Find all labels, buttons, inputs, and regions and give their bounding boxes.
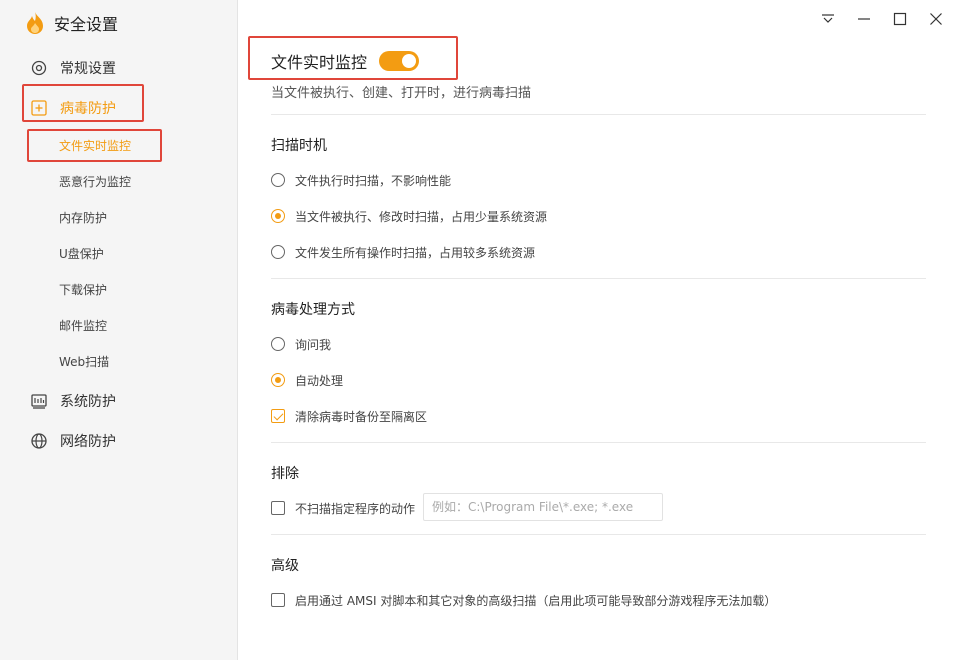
sidebar-item-label: 网络防护 xyxy=(60,434,116,450)
checkbox[interactable] xyxy=(271,593,285,607)
subnav-item-download-protection[interactable]: 下载保护 xyxy=(59,279,107,299)
sidebar-item-label: 病毒防护 xyxy=(60,101,116,117)
radio-option-exec-scan[interactable]: 文件执行时扫描，不影响性能 xyxy=(271,171,451,189)
sidebar-item-general[interactable]: 常规设置 xyxy=(30,56,116,80)
radio-button-selected[interactable] xyxy=(271,373,285,387)
checkbox-amsi-scan[interactable]: 启用通过 AMSI 对脚本和其它对象的高级扫描（启用此项可能导致部分游戏程序无法… xyxy=(271,591,776,609)
checkbox[interactable] xyxy=(271,501,285,515)
radio-label: 当文件被执行、修改时扫描，占用少量系统资源 xyxy=(295,209,548,224)
checkbox-label: 清除病毒时备份至隔离区 xyxy=(295,409,428,424)
app-title: 安全设置 xyxy=(54,15,119,34)
subnav-item-web-scan[interactable]: Web扫描 xyxy=(59,351,109,371)
divider xyxy=(271,278,926,279)
radio-button-selected[interactable] xyxy=(271,209,285,223)
checkbox-checked[interactable] xyxy=(271,409,285,423)
divider xyxy=(271,442,926,443)
subnav-item-memory-protection[interactable]: 内存防护 xyxy=(59,207,107,227)
radio-option-auto-handle[interactable]: 自动处理 xyxy=(271,371,343,389)
radio-label: 文件执行时扫描，不影响性能 xyxy=(295,173,452,188)
flame-logo-icon xyxy=(27,12,43,34)
radio-button[interactable] xyxy=(271,245,285,259)
plus-square-icon xyxy=(31,100,47,116)
page-description: 当文件被执行、创建、打开时，进行病毒扫描 xyxy=(271,86,532,101)
sidebar-item-virus-protection[interactable]: 病毒防护 xyxy=(30,96,116,120)
radio-option-all-ops-scan[interactable]: 文件发生所有操作时扫描，占用较多系统资源 xyxy=(271,243,535,261)
subnav-item-usb-protection[interactable]: U盘保护 xyxy=(59,243,104,263)
section-title-scan-timing: 扫描时机 xyxy=(271,138,327,154)
gear-icon xyxy=(31,60,47,76)
radio-button[interactable] xyxy=(271,337,285,351)
checkbox-exclude-programs[interactable]: 不扫描指定程序的动作 xyxy=(271,499,415,517)
globe-icon xyxy=(31,433,47,449)
checkbox-label: 启用通过 AMSI 对脚本和其它对象的高级扫描（启用此项可能导致部分游戏程序无法… xyxy=(295,593,777,608)
app-title-bar: 安全设置 xyxy=(24,10,118,36)
section-title-advanced: 高级 xyxy=(271,558,299,574)
checkbox-label: 不扫描指定程序的动作 xyxy=(295,501,416,516)
subnav-item-realtime-monitor[interactable]: 文件实时监控 xyxy=(59,135,131,155)
radio-label: 自动处理 xyxy=(295,373,344,388)
realtime-monitor-toggle[interactable] xyxy=(379,51,419,71)
main-panel: 文件实时监控 当文件被执行、创建、打开时，进行病毒扫描 扫描时机 文件执行时扫描… xyxy=(239,0,961,660)
radio-button[interactable] xyxy=(271,173,285,187)
sidebar: 安全设置 常规设置 病毒防护 文件实时监控 恶意行为监控 内存防护 U盘保护 下… xyxy=(0,0,238,660)
subnav-item-malicious-behavior[interactable]: 恶意行为监控 xyxy=(59,171,131,191)
divider xyxy=(271,534,926,535)
exclude-path-input[interactable] xyxy=(423,493,663,521)
radio-option-ask-me[interactable]: 询问我 xyxy=(271,335,331,353)
sidebar-item-network-protection[interactable]: 网络防护 xyxy=(30,429,116,453)
divider xyxy=(271,114,926,115)
checkbox-backup-quarantine[interactable]: 清除病毒时备份至隔离区 xyxy=(271,407,427,425)
section-title-handling: 病毒处理方式 xyxy=(271,302,355,318)
system-monitor-icon xyxy=(31,394,47,409)
subnav-item-mail-monitor[interactable]: 邮件监控 xyxy=(59,315,107,335)
radio-option-exec-modify-scan[interactable]: 当文件被执行、修改时扫描，占用少量系统资源 xyxy=(271,207,547,225)
sidebar-item-label: 系统防护 xyxy=(60,394,116,410)
sidebar-item-system-protection[interactable]: 系统防护 xyxy=(30,389,116,413)
radio-label: 文件发生所有操作时扫描，占用较多系统资源 xyxy=(295,245,536,260)
section-title-exclude: 排除 xyxy=(271,466,299,482)
page-title: 文件实时监控 xyxy=(271,53,368,72)
sidebar-item-label: 常规设置 xyxy=(60,61,116,77)
radio-label: 询问我 xyxy=(295,337,332,352)
